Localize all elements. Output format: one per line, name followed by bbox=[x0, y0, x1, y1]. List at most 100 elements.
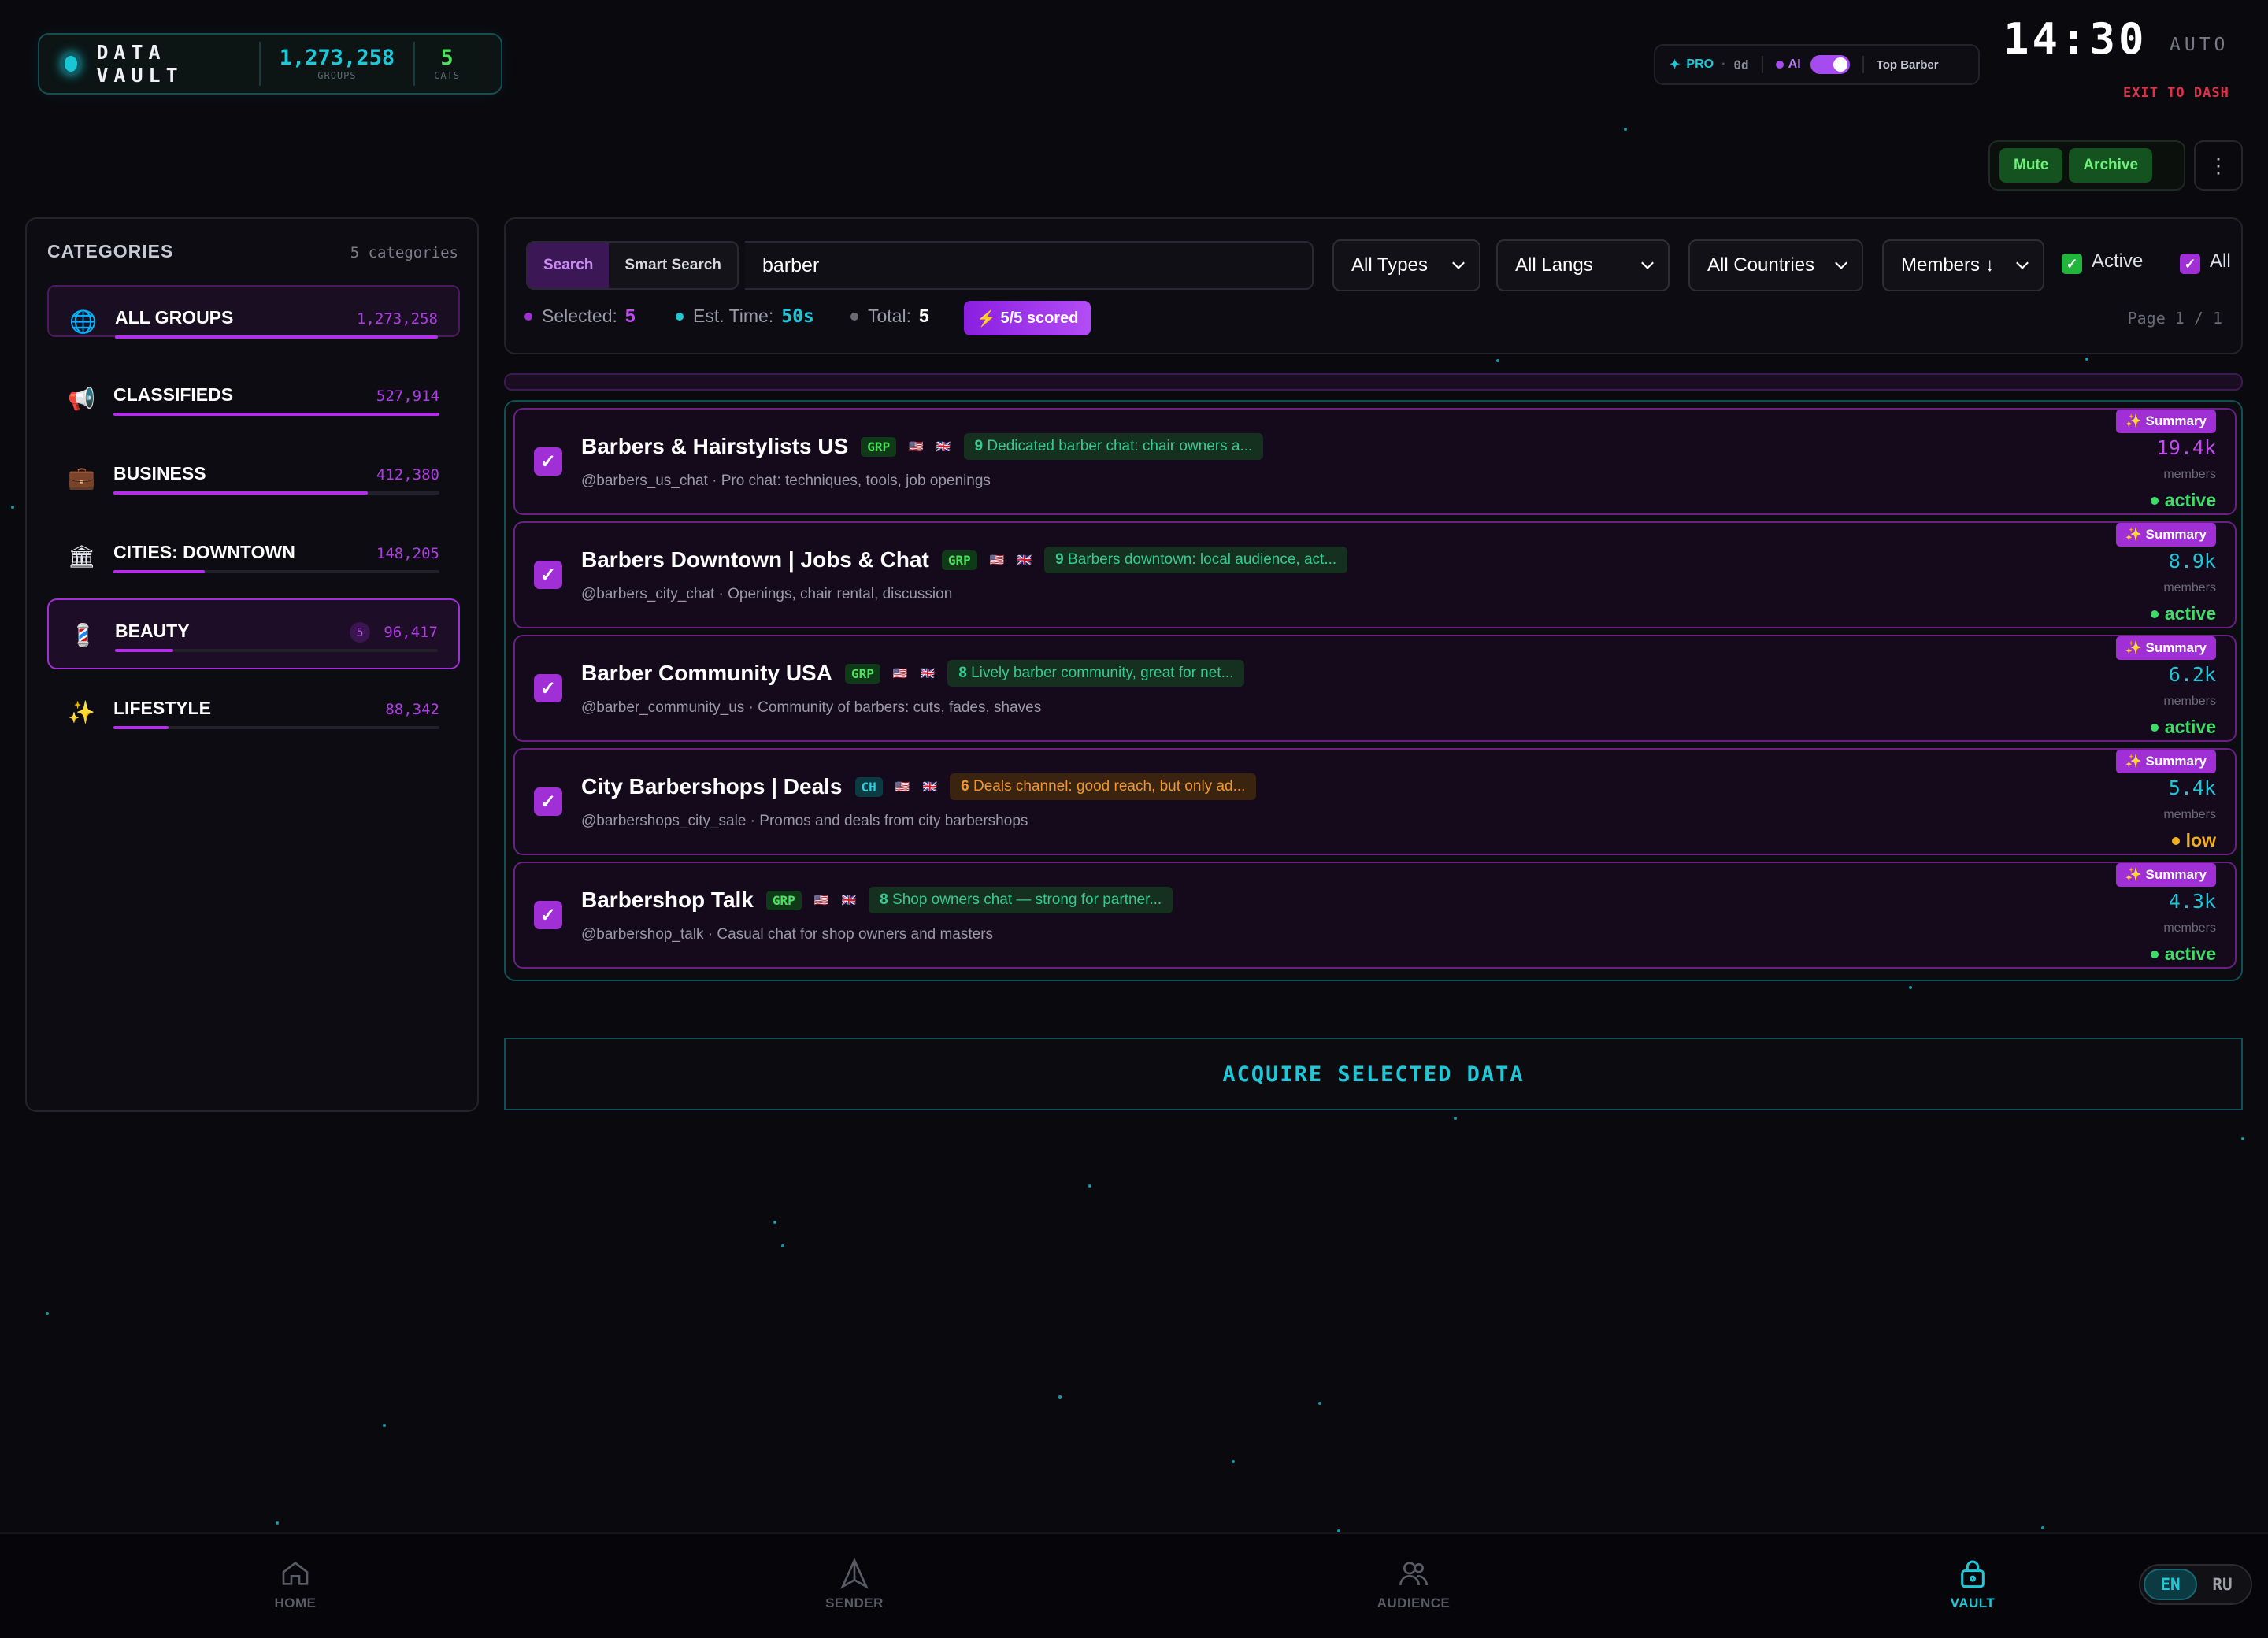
category-count: 88,342 bbox=[385, 701, 439, 718]
category-progress bbox=[113, 491, 368, 495]
archive-button[interactable]: Archive bbox=[2069, 148, 2153, 183]
summary-button[interactable]: ✨ Summary bbox=[2115, 863, 2216, 887]
sparkles-icon: ✨ bbox=[68, 700, 95, 724]
exit-to-dash-link[interactable]: EXIT TO DASH bbox=[2123, 85, 2229, 101]
category-count: 148,205 bbox=[376, 545, 439, 562]
selected-stat: Selected: 5 bbox=[524, 306, 636, 327]
row-checkbox[interactable]: ✓ bbox=[534, 447, 562, 476]
category-business[interactable]: 💼 BUSINESS 412,380 bbox=[47, 443, 460, 513]
nav-home[interactable]: HOME bbox=[240, 1558, 350, 1611]
category-lifestyle[interactable]: ✨ LIFESTYLE 88,342 bbox=[47, 677, 460, 748]
ai-note: 6 Deals channel: good reach, but only ad… bbox=[950, 773, 1257, 800]
summary-button[interactable]: ✨ Summary bbox=[2115, 636, 2216, 660]
members-count: 19.4k bbox=[2156, 436, 2216, 459]
est-time-stat: Est. Time: 50s bbox=[676, 306, 814, 327]
summary-label: Summary bbox=[2145, 527, 2207, 542]
bulk-actions: Mute Archive bbox=[1988, 140, 2185, 191]
sparkle-icon: ✦ bbox=[1670, 58, 1681, 72]
row-checkbox[interactable]: ✓ bbox=[534, 561, 562, 589]
group-type-tag: GRP bbox=[861, 436, 897, 457]
category-classifieds[interactable]: 📢 CLASSIFIEDS 527,914 bbox=[47, 364, 460, 435]
status-indicator-icon bbox=[61, 53, 81, 75]
nav-vault-label: VAULT bbox=[1950, 1595, 1996, 1610]
search-input[interactable]: barber bbox=[745, 241, 1314, 290]
us-flag-icon: 🇺🇸 bbox=[989, 554, 1005, 567]
groups-label: GROUPS bbox=[317, 70, 357, 81]
nav-vault[interactable]: VAULT bbox=[1918, 1558, 2028, 1611]
summary-button[interactable]: ✨ Summary bbox=[2115, 523, 2216, 547]
row-checkbox[interactable]: ✓ bbox=[534, 901, 562, 929]
category-beauty[interactable]: 💈 BEAUTY 5 96,417 bbox=[47, 598, 460, 669]
category-count: 96,417 bbox=[384, 624, 438, 641]
lang-ru-button[interactable]: RU bbox=[2197, 1569, 2248, 1600]
category-count: 412,380 bbox=[376, 466, 439, 484]
nav-audience[interactable]: AUDIENCE bbox=[1358, 1558, 1469, 1611]
categories-title: CATEGORIES bbox=[47, 241, 174, 261]
mute-button[interactable]: Mute bbox=[1999, 148, 2063, 183]
group-handle-description: @barber_community_us · Community of barb… bbox=[581, 699, 1042, 716]
tab-smart-search[interactable]: Smart Search bbox=[609, 243, 737, 288]
row-checkbox[interactable]: ✓ bbox=[534, 788, 562, 816]
group-title: Barber Community USA bbox=[581, 661, 832, 685]
status-text: active bbox=[2164, 490, 2216, 510]
row-checkbox[interactable]: ✓ bbox=[534, 674, 562, 702]
lock-icon bbox=[1961, 1560, 1984, 1588]
globe-icon: 🌐 bbox=[69, 309, 97, 334]
lang-filter-select[interactable]: All Langs bbox=[1496, 239, 1670, 291]
group-type-tag: GRP bbox=[844, 663, 880, 684]
tab-search[interactable]: Search bbox=[528, 243, 610, 288]
categories-sidebar: CATEGORIES 5 categories 🌐 ALL GROUPS 1,2… bbox=[25, 217, 479, 1112]
sort-select[interactable]: Members ↓ bbox=[1882, 239, 2044, 291]
status-dot-icon bbox=[2171, 836, 2180, 845]
members-count: 5.4k bbox=[2168, 776, 2216, 799]
category-name: CLASSIFIEDS bbox=[113, 384, 234, 405]
country-filter-select[interactable]: All Countries bbox=[1688, 239, 1863, 291]
summary-button[interactable]: ✨ Summary bbox=[2115, 750, 2216, 773]
result-row[interactable]: ✓ Barber Community USA GRP 🇺🇸 🇬🇧 8 Lively bar… bbox=[513, 635, 2236, 742]
cats-value: 5 bbox=[440, 46, 454, 70]
result-row[interactable]: ✓ Barbershop Talk GRP 🇺🇸 🇬🇧 8 Shop owners cha… bbox=[513, 862, 2236, 969]
category-cities-downtown[interactable]: 🏛 CITIES: DOWNTOWN 148,205 bbox=[47, 521, 460, 592]
home-icon bbox=[282, 1561, 309, 1585]
lang-en-button[interactable]: EN bbox=[2144, 1569, 2197, 1600]
category-name: LIFESTYLE bbox=[113, 698, 211, 718]
est-time-label: Est. Time: bbox=[693, 306, 774, 326]
members-count: 4.3k bbox=[2168, 890, 2216, 913]
categories-count: 5 categories bbox=[350, 244, 458, 261]
acquire-selected-button[interactable]: ACQUIRE SELECTED DATA bbox=[504, 1038, 2243, 1110]
cats-label: CATS bbox=[434, 70, 460, 81]
scored-text: 5/5 scored bbox=[1000, 309, 1079, 327]
status-dot-icon bbox=[2150, 496, 2159, 505]
result-row[interactable]: ✓ Barbers Downtown | Jobs & Chat GRP 🇺🇸 🇬🇧 9 … bbox=[513, 521, 2236, 628]
bank-icon: 🏛 bbox=[68, 544, 96, 569]
total-value: 5 bbox=[918, 306, 929, 326]
all-checkbox[interactable]: ✓ bbox=[2180, 254, 2200, 274]
ai-score: 8 bbox=[880, 891, 888, 908]
category-name: BEAUTY bbox=[115, 621, 190, 641]
members-label: members bbox=[2163, 808, 2216, 821]
type-filter-select[interactable]: All Types bbox=[1332, 239, 1480, 291]
category-name: ALL GROUPS bbox=[115, 307, 234, 328]
group-handle-description: @barbers_city_chat · Openings, chair ren… bbox=[581, 586, 953, 602]
account-pill[interactable]: ✦ PRO · 0d AI Top Barber bbox=[1654, 44, 1980, 85]
summary-button[interactable]: ✨ Summary bbox=[2115, 410, 2216, 433]
uk-flag-icon: 🇬🇧 bbox=[936, 440, 951, 454]
nav-home-label: HOME bbox=[274, 1595, 317, 1610]
ai-note: 8 Lively barber community, great for net… bbox=[947, 660, 1245, 687]
megaphone-icon: 📢 bbox=[68, 387, 95, 411]
result-row[interactable]: ✓ Barbers & Hairstylists US GRP 🇺🇸 🇬🇧 9 Dedic… bbox=[513, 408, 2236, 515]
ai-toggle[interactable] bbox=[1810, 55, 1850, 74]
group-title: City Barbershops | Deals bbox=[581, 774, 843, 799]
summary-label: Summary bbox=[2145, 867, 2207, 882]
more-vertical-icon[interactable]: ⋮ bbox=[2194, 140, 2243, 191]
nav-sender[interactable]: SENDER bbox=[799, 1558, 910, 1611]
clock: 14:30 bbox=[2003, 14, 2148, 64]
ai-dot-icon bbox=[1775, 61, 1784, 69]
chevron-down-icon bbox=[1641, 257, 1654, 269]
group-title: Barbers Downtown | Jobs & Chat bbox=[581, 547, 929, 572]
group-handle-description: @barbers_us_chat · Pro chat: techniques,… bbox=[581, 472, 991, 489]
active-checkbox[interactable]: ✓ bbox=[2062, 254, 2082, 274]
us-flag-icon: 🇺🇸 bbox=[813, 894, 829, 907]
category-all-groups[interactable]: 🌐 ALL GROUPS 1,273,258 bbox=[47, 285, 460, 339]
result-row[interactable]: ✓ City Barbershops | Deals CH 🇺🇸 🇬🇧 6 Deals c… bbox=[513, 748, 2236, 855]
